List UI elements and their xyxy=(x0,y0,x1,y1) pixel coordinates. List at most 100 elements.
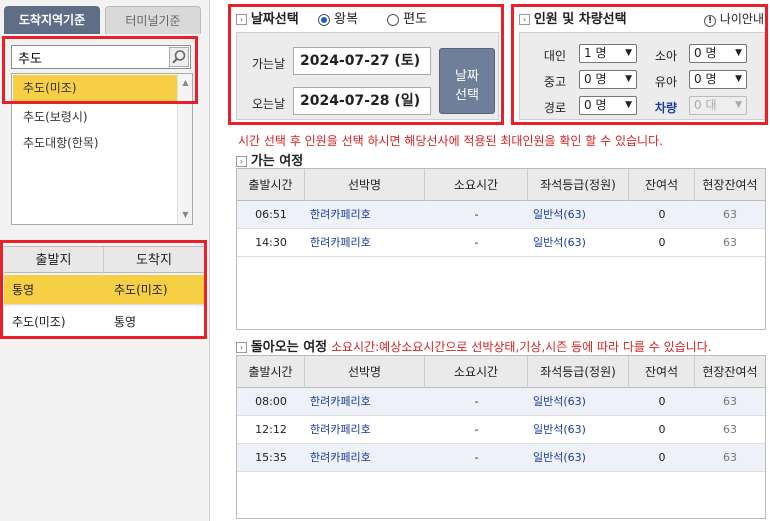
cell-grade[interactable]: 일반석(63) xyxy=(533,201,586,228)
outbound-title: 가는 여정 xyxy=(250,154,304,169)
cell-ship[interactable]: 한려카페리호 xyxy=(310,229,371,256)
scrollbar[interactable]: ▲ ▼ xyxy=(177,74,192,224)
select-value: 0 명 xyxy=(584,72,607,86)
cell-grade[interactable]: 일반석(63) xyxy=(533,229,586,256)
scroll-up-icon[interactable]: ▲ xyxy=(178,76,193,90)
select-value: 0 대 xyxy=(694,98,717,112)
table-header: 출발시간 선박명 소요시간 좌석등급(정원) 잔여석 현장잔여석 xyxy=(237,356,765,388)
child-select[interactable]: 0 명 ▼ xyxy=(689,44,747,63)
th-duration: 소요시간 xyxy=(425,169,528,201)
return-title: 돌아오는 여정 xyxy=(250,340,328,355)
route-row[interactable]: 통영 추도(미조) xyxy=(4,275,204,305)
table-row[interactable]: 06:51 한려카페리호 - 일반석(63) 0 63 xyxy=(237,201,765,229)
info-icon: ! xyxy=(704,15,716,27)
cell-ship[interactable]: 한려카페리호 xyxy=(310,416,371,443)
th-ship: 선박명 xyxy=(305,356,425,388)
cell-remain: 0 xyxy=(658,236,666,249)
header-arrival: 도착지 xyxy=(136,253,172,268)
port-list: 추도(미조) 추도(보령시) 추도대항(한목) ▲ ▼ xyxy=(11,73,193,225)
infant-select[interactable]: 0 명 ▼ xyxy=(689,70,747,89)
th-time: 출발시간 xyxy=(237,356,305,388)
senior-select[interactable]: 0 명 ▼ xyxy=(579,96,637,115)
select-value: 0 명 xyxy=(584,98,607,112)
chevron-down-icon: ▼ xyxy=(735,48,742,58)
button-line: 선택 xyxy=(455,88,479,103)
search-box xyxy=(11,45,191,69)
cell-grade[interactable]: 일반석(63) xyxy=(533,388,586,415)
outbound-table: 출발시간 선박명 소요시간 좌석등급(정원) 잔여석 현장잔여석 06:51 한… xyxy=(236,168,766,330)
cell-remain: 0 xyxy=(658,208,666,221)
th-onsite: 현장잔여석 xyxy=(702,365,758,379)
radio-unchecked-icon xyxy=(387,13,399,26)
child-label: 소아 xyxy=(654,49,677,63)
th-grade: 좌석등급(정원) xyxy=(528,356,629,388)
cell-ship[interactable]: 한려카페리호 xyxy=(310,201,371,228)
cell-onsite: 63 xyxy=(723,423,737,436)
cell-duration: - xyxy=(474,423,479,436)
list-item[interactable]: 추도대항(한목) xyxy=(13,130,177,156)
arrow-right-icon: › xyxy=(519,14,530,25)
cell-time: 15:35 xyxy=(255,451,287,464)
senior-label: 경로 xyxy=(543,101,566,115)
chevron-down-icon: ▼ xyxy=(735,74,742,84)
cell-grade[interactable]: 일반석(63) xyxy=(533,416,586,443)
arrow-right-icon: › xyxy=(236,14,247,25)
return-note: 소요시간:예상소요시간으로 선박상태,기상,시즌 등에 따라 다를 수 있습니다… xyxy=(330,340,712,354)
header-departure: 출발지 xyxy=(4,247,104,274)
return-date-field[interactable]: 2024-07-28 (일) xyxy=(293,87,431,115)
radio-label: 왕복 xyxy=(334,12,359,27)
cell-duration: - xyxy=(474,208,479,221)
cell-onsite: 63 xyxy=(723,208,737,221)
tab-destination-region[interactable]: 도착지역기준 xyxy=(4,6,100,34)
search-icon xyxy=(172,50,186,64)
list-item[interactable]: 추도(미조) xyxy=(13,75,177,101)
cell-ship[interactable]: 한려카페리호 xyxy=(310,388,371,415)
go-date-label: 가는날 xyxy=(252,57,286,71)
th-onsite: 현장잔여석 xyxy=(702,178,758,192)
select-value: 0 명 xyxy=(694,72,717,86)
th-ship: 선박명 xyxy=(305,169,425,201)
radio-checked-icon xyxy=(318,13,330,26)
search-input[interactable] xyxy=(12,46,168,68)
arrow-right-icon: › xyxy=(236,156,247,167)
list-item[interactable]: 추도(보령시) xyxy=(13,104,177,130)
table-row[interactable]: 15:35 한려카페리호 - 일반석(63) 0 63 xyxy=(237,444,765,472)
cell-grade[interactable]: 일반석(63) xyxy=(533,444,586,471)
route-to: 추도(미조) xyxy=(114,283,168,297)
cell-onsite: 63 xyxy=(723,395,737,408)
date-section-header: › 날짜선택 xyxy=(236,8,299,27)
scroll-down-icon[interactable]: ▼ xyxy=(178,208,193,222)
age-guide-label: 나이안내 xyxy=(719,12,764,26)
outbound-header: › 가는 여정 xyxy=(236,150,303,169)
vehicle-label: 차량 xyxy=(654,101,677,115)
date-section-title: 날짜선택 xyxy=(250,12,299,27)
radio-one-way[interactable]: 편도 xyxy=(387,8,427,27)
tab-terminal[interactable]: 터미널기준 xyxy=(105,6,201,34)
select-date-button[interactable]: 날짜 선택 xyxy=(439,48,495,114)
notice-text: 시간 선택 후 인원을 선택 하시면 해당선사에 적용된 최대인원을 확인 할 … xyxy=(238,134,663,148)
teen-select[interactable]: 0 명 ▼ xyxy=(579,70,637,89)
radio-label: 편도 xyxy=(403,12,428,27)
chevron-down-icon: ▼ xyxy=(735,100,742,110)
th-remain: 잔여석 xyxy=(629,169,695,201)
go-date-field[interactable]: 2024-07-27 (토) xyxy=(293,47,431,75)
cell-remain: 0 xyxy=(658,423,666,436)
table-row[interactable]: 08:00 한려카페리호 - 일반석(63) 0 63 xyxy=(237,388,765,416)
arrow-right-icon: › xyxy=(236,342,247,353)
route-row[interactable]: 추도(미조) 통영 xyxy=(4,307,204,337)
table-row[interactable]: 14:30 한려카페리호 - 일반석(63) 0 63 xyxy=(237,229,765,257)
th-grade: 좌석등급(정원) xyxy=(528,169,629,201)
th-duration: 소요시간 xyxy=(425,356,528,388)
return-date-label: 오는날 xyxy=(252,97,286,111)
adult-label: 대인 xyxy=(543,49,566,63)
search-button[interactable] xyxy=(169,47,189,67)
th-time: 출발시간 xyxy=(237,169,305,201)
cell-remain: 0 xyxy=(658,451,666,464)
radio-round-trip[interactable]: 왕복 xyxy=(318,8,358,27)
cell-ship[interactable]: 한려카페리호 xyxy=(310,444,371,471)
age-guide-link[interactable]: ! 나이안내 xyxy=(704,10,764,27)
cell-onsite: 63 xyxy=(723,236,737,249)
adult-select[interactable]: 1 명 ▼ xyxy=(579,44,637,63)
cell-time: 12:12 xyxy=(255,423,287,436)
table-row[interactable]: 12:12 한려카페리호 - 일반석(63) 0 63 xyxy=(237,416,765,444)
